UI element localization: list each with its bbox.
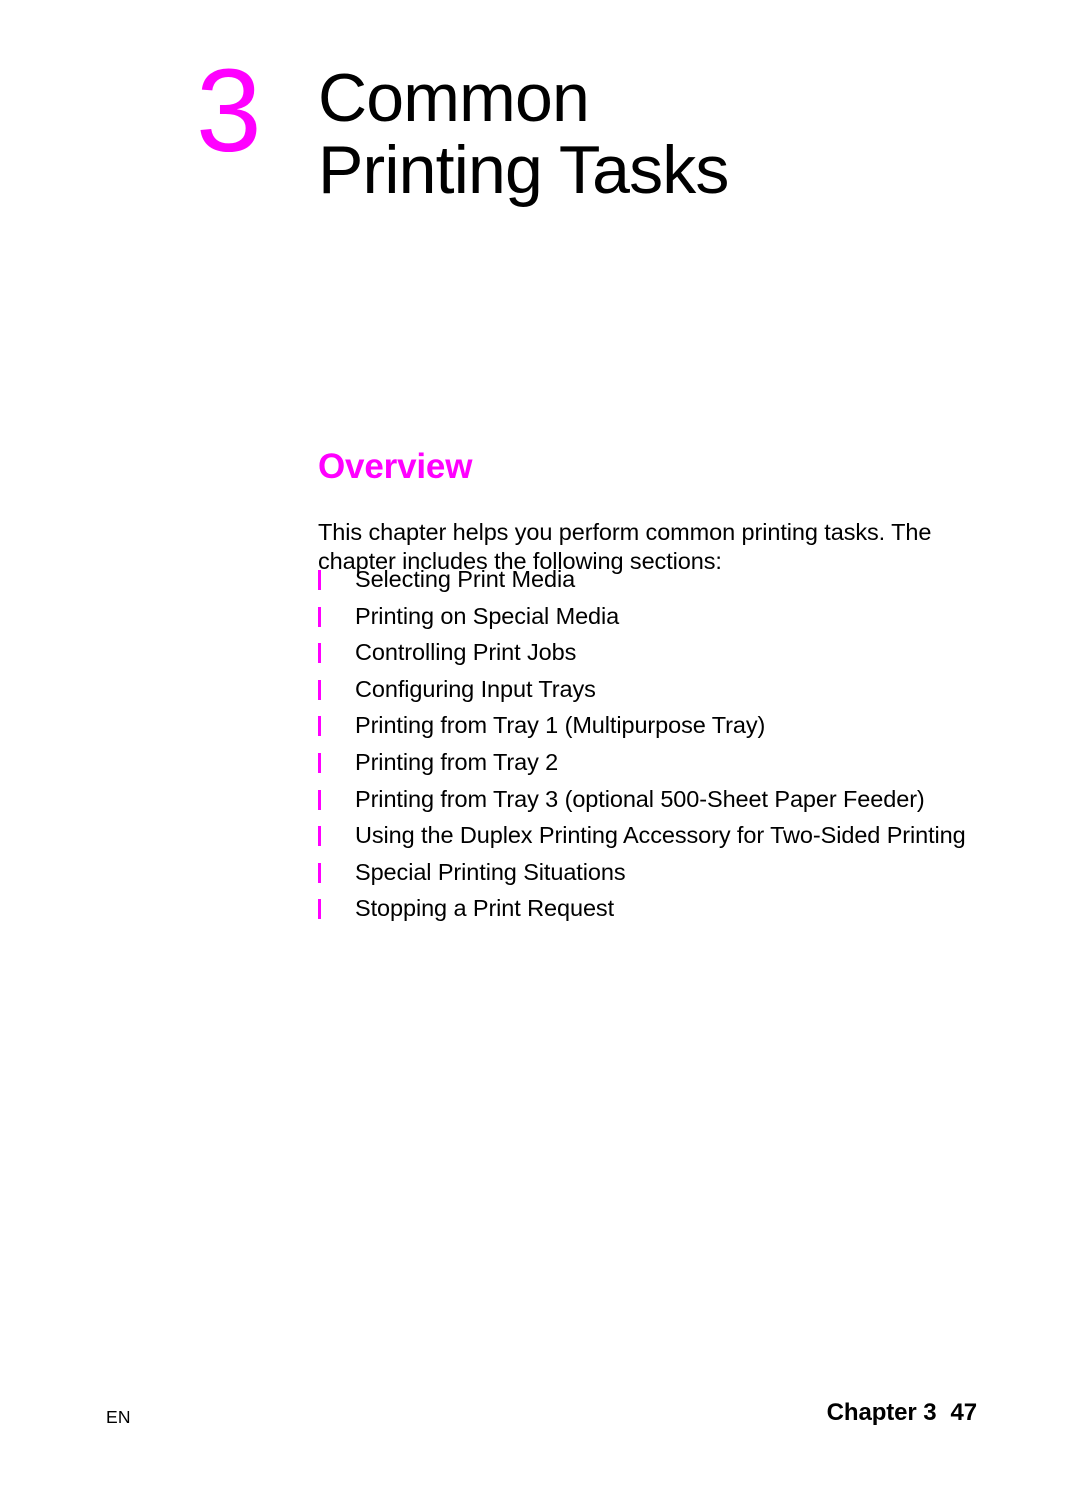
list-item[interactable]: Stopping a Print Request xyxy=(318,894,1018,931)
footer-chapter-page: Chapter 3 47 xyxy=(827,1398,977,1428)
bullet-icon xyxy=(318,752,321,773)
list-item-label: Stopping a Print Request xyxy=(355,895,615,922)
bullet-icon xyxy=(318,716,321,737)
bullet-icon xyxy=(318,862,321,883)
document-page: 3 Common Printing Tasks Overview This ch… xyxy=(0,0,1080,1495)
page-footer: EN Chapter 3 47 xyxy=(0,1398,1080,1438)
list-item[interactable]: Printing on Special Media xyxy=(318,602,1018,639)
list-item[interactable]: Printing from Tray 2 xyxy=(318,748,1018,785)
list-item-label: Selecting Print Media xyxy=(355,566,576,592)
bullet-icon xyxy=(318,679,321,700)
bullet-icon xyxy=(318,826,321,847)
list-item[interactable]: Using the Duplex Printing Accessory for … xyxy=(318,821,1018,858)
chapter-title-line-1: Common xyxy=(318,60,590,136)
list-item[interactable]: Special Printing Situations xyxy=(318,858,1018,895)
list-item-label: Printing from Tray 1 (Multipurpose Tray) xyxy=(355,712,766,739)
footer-page-number: 47 xyxy=(950,1399,977,1426)
list-item[interactable]: Controlling Print Jobs xyxy=(318,638,1018,675)
bullet-icon xyxy=(318,643,321,664)
footer-chapter-label: Chapter 3 xyxy=(826,1399,937,1426)
footer-language: EN xyxy=(106,1407,131,1427)
chapter-number: 3 xyxy=(196,45,262,177)
list-item[interactable]: Selecting Print Media xyxy=(318,565,1018,602)
bullet-icon xyxy=(318,899,321,920)
intro-paragraph-line-1: This chapter helps you perform common pr… xyxy=(318,518,932,545)
list-item-label: Using the Duplex Printing Accessory for … xyxy=(355,822,966,849)
list-item-label: Controlling Print Jobs xyxy=(355,639,577,666)
bullet-icon xyxy=(318,606,321,627)
chapter-title-line-2: Printing Tasks xyxy=(318,132,729,208)
section-heading-overview: Overview xyxy=(318,447,473,487)
list-item-label: Printing from Tray 2 xyxy=(355,748,559,775)
section-list: Selecting Print Media Printing on Special… xyxy=(318,565,1018,931)
list-item-label: Printing on Special Media xyxy=(355,602,620,629)
list-item[interactable]: Configuring Input Trays xyxy=(318,675,1018,712)
bullet-icon xyxy=(318,570,321,590)
list-item[interactable]: Printing from Tray 3 (optional 500-Sheet… xyxy=(318,785,1018,822)
list-item[interactable]: Printing from Tray 1 (Multipurpose Tray) xyxy=(318,711,1018,748)
list-item-label: Configuring Input Trays xyxy=(355,675,596,702)
list-item-label: Printing from Tray 3 (optional 500-Sheet… xyxy=(355,785,925,812)
list-item-label: Special Printing Situations xyxy=(355,858,626,885)
chapter-title: Common Printing Tasks xyxy=(318,62,1018,206)
chapter-header: 3 Common Printing Tasks xyxy=(0,0,1080,240)
bullet-icon xyxy=(318,789,321,810)
